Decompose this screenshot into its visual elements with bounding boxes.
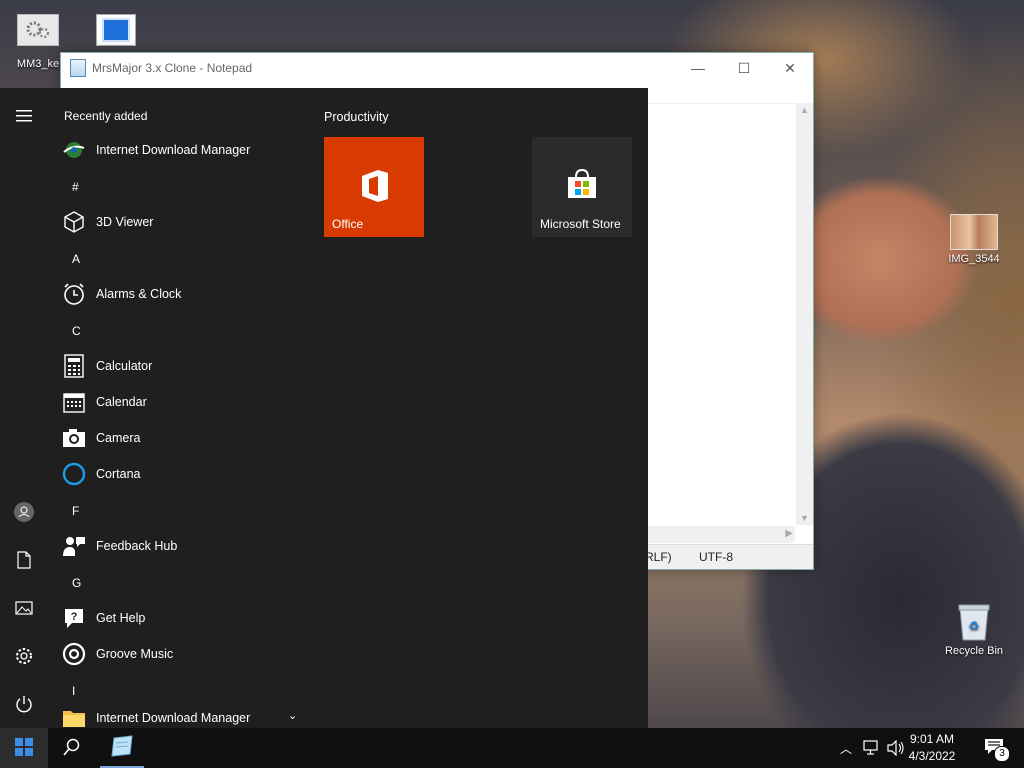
cortana-icon <box>62 462 86 486</box>
taskbar-notepad-button[interactable] <box>100 728 144 768</box>
recycle-bin-icon: ♻ <box>957 602 991 642</box>
app-item-feedback-hub[interactable]: Feedback Hub <box>62 530 302 562</box>
cube-icon <box>62 210 86 234</box>
app-item-camera[interactable]: Camera <box>62 422 302 454</box>
svg-text:♻: ♻ <box>969 619 980 633</box>
group-letter[interactable]: F <box>72 504 79 518</box>
chevron-up-icon: ︿ <box>839 741 852 756</box>
notification-count-badge: 3 <box>994 745 1010 762</box>
user-icon[interactable] <box>0 492 48 532</box>
line-ending-status: RLF) <box>645 550 672 564</box>
scroll-right-icon[interactable]: ▶ <box>785 528 793 539</box>
window-title: MrsMajor 3.x Clone - Notepad <box>92 61 253 75</box>
scroll-up-icon[interactable]: ▲ <box>796 105 813 115</box>
documents-icon[interactable] <box>0 540 48 580</box>
chevron-down-icon[interactable]: ⌄ <box>288 709 297 722</box>
clock[interactable]: 9:01 AM 4/3/2022 <box>902 731 962 765</box>
desktop-icon-label: Recycle Bin <box>944 645 1004 657</box>
windows-logo-icon <box>15 737 33 759</box>
desktop-icon-label: IMG_3544 <box>948 253 1000 265</box>
gears-icon <box>17 14 59 46</box>
notepad-titlebar[interactable]: MrsMajor 3.x Clone - Notepad — ☐ ✕ <box>61 53 813 83</box>
notepad-file-icon <box>96 14 136 46</box>
music-icon <box>62 642 86 666</box>
app-item-groove-music[interactable]: Groove Music <box>62 638 302 670</box>
show-hidden-icons-button[interactable]: ︿ <box>836 728 856 768</box>
scroll-down-icon[interactable]: ▼ <box>796 513 813 523</box>
maximize-button[interactable]: ☐ <box>721 53 767 83</box>
taskbar: ︿ 9:01 AM 4/3/2022 3 <box>0 728 1024 768</box>
office-icon <box>360 169 390 206</box>
photo-thumbnail-icon <box>950 214 998 250</box>
app-item-idm-folder[interactable]: Internet Download Manager ⌄ <box>62 702 302 728</box>
power-icon[interactable] <box>0 684 48 724</box>
app-item-3d-viewer[interactable]: 3D Viewer <box>62 206 302 238</box>
notepad-app-icon <box>70 59 86 77</box>
app-item-alarms-clock[interactable]: Alarms & Clock <box>62 278 302 310</box>
notepad-desktop-icon[interactable] <box>80 14 152 49</box>
calendar-icon <box>62 390 86 414</box>
help-icon: ? <box>62 606 86 630</box>
search-icon <box>63 738 81 759</box>
office-tile[interactable]: Office <box>324 137 424 237</box>
start-menu[interactable]: Recently added Internet Download Manager… <box>0 88 648 728</box>
hamburger-menu-icon[interactable] <box>0 96 48 136</box>
notepad-taskbar-icon <box>110 734 134 760</box>
app-item-calculator[interactable]: Calculator <box>62 350 302 382</box>
camera-icon <box>62 426 86 450</box>
app-item-get-help[interactable]: ? Get Help <box>62 602 302 634</box>
store-icon <box>566 168 598 202</box>
tile-group-label[interactable]: Productivity <box>324 110 389 124</box>
folder-icon <box>62 706 86 728</box>
calculator-icon <box>62 354 86 378</box>
notification-icon: 3 <box>984 738 1010 762</box>
idm-icon <box>62 138 86 162</box>
group-letter[interactable]: G <box>72 576 81 590</box>
group-letter[interactable]: A <box>72 252 80 266</box>
clock-date: 4/3/2022 <box>908 749 956 763</box>
vertical-scrollbar[interactable]: ▲ ▼ <box>796 103 813 525</box>
recycle-bin-desktop-icon[interactable]: ♻ Recycle Bin <box>938 602 1010 657</box>
group-letter[interactable]: C <box>72 324 81 338</box>
app-item-cortana[interactable]: Cortana <box>62 458 302 490</box>
clock-time: 9:01 AM <box>909 732 955 746</box>
img-3544-desktop-icon[interactable]: IMG_3544 <box>938 214 1010 265</box>
tiles-area: Productivity Office Microsoft Store <box>324 88 644 728</box>
start-rail <box>0 88 48 728</box>
microsoft-store-tile[interactable]: Microsoft Store <box>532 137 632 237</box>
start-button[interactable] <box>0 728 48 768</box>
alarm-clock-icon <box>62 282 86 306</box>
settings-icon[interactable] <box>0 636 48 676</box>
app-item-calendar[interactable]: Calendar <box>62 386 302 418</box>
group-letter[interactable]: # <box>72 180 79 194</box>
network-icon[interactable] <box>860 728 884 768</box>
pictures-icon[interactable] <box>0 588 48 628</box>
recently-added-header: Recently added <box>64 109 148 123</box>
minimize-button[interactable]: — <box>675 53 721 83</box>
app-list[interactable]: Recently added Internet Download Manager… <box>48 88 310 728</box>
group-letter[interactable]: I <box>72 684 75 698</box>
svg-text:?: ? <box>71 611 78 623</box>
close-button[interactable]: ✕ <box>767 53 813 83</box>
app-item-idm-recent[interactable]: Internet Download Manager <box>62 134 302 166</box>
feedback-icon <box>62 534 86 558</box>
action-center-button[interactable]: 3 <box>976 728 1012 768</box>
search-button[interactable] <box>48 728 96 768</box>
encoding-status: UTF-8 <box>699 550 733 564</box>
